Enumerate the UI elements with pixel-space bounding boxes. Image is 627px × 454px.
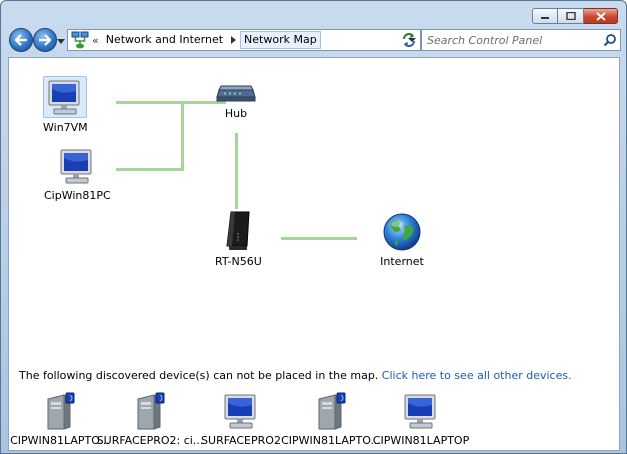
computer-icon <box>224 394 256 429</box>
link-hub-router <box>235 133 238 209</box>
node-rt-n56u[interactable]: RT-N56U <box>215 208 262 268</box>
hub-icon <box>216 85 256 102</box>
discovered-device[interactable]: SURFACEPRO2: ci... <box>97 391 203 447</box>
breadcrumb-overflow[interactable]: « <box>92 34 99 47</box>
chevron-right-icon[interactable] <box>229 36 237 44</box>
discovered-device[interactable]: CIPWIN81LAPTO... <box>10 391 110 447</box>
see-all-devices-link[interactable]: Click here to see all other devices. <box>382 369 572 382</box>
device-label: CIPWIN81LAPTO... <box>281 434 381 447</box>
node-label: Win7VM <box>43 121 88 134</box>
network-icon <box>71 31 89 49</box>
device-label: SURFACEPRO2 <box>201 434 281 447</box>
caption-buttons <box>532 8 618 24</box>
device-label: CIPWIN81LAPTOP <box>372 434 470 447</box>
computer-icon <box>60 149 92 184</box>
link-win7vm-hub <box>116 101 226 104</box>
node-label: Internet <box>380 255 424 268</box>
discovered-message-text: The following discovered device(s) can n… <box>19 369 379 382</box>
link-cipwin81pc-hub <box>116 168 184 171</box>
computer-icon <box>404 394 436 429</box>
discovered-device[interactable]: CIPWIN81LAPTO... <box>281 391 381 447</box>
minimize-button[interactable] <box>532 8 558 24</box>
link-router-internet <box>281 237 357 240</box>
discovered-devices-message: The following discovered device(s) can n… <box>19 369 572 382</box>
discovered-device[interactable]: CIPWIN81LAPTOP <box>373 391 469 447</box>
link-computers-bus <box>181 101 184 171</box>
refresh-button[interactable] <box>399 29 419 51</box>
navigation-bar: « Network and Internet Network Map <box>7 28 621 54</box>
maximize-button[interactable] <box>558 8 584 24</box>
close-button[interactable] <box>584 8 618 24</box>
router-icon <box>226 211 250 250</box>
discovered-device[interactable]: SURFACEPRO2 <box>198 391 284 447</box>
control-panel-window: « Network and Internet Network Map Searc… <box>0 0 627 454</box>
node-label: CipWin81PC <box>44 189 111 202</box>
forward-button[interactable] <box>33 28 57 52</box>
node-win7vm[interactable]: Win7VM <box>43 76 88 134</box>
node-internet[interactable]: Internet <box>380 208 424 268</box>
node-hub[interactable]: Hub <box>214 78 258 120</box>
globe-icon <box>383 213 421 251</box>
node-cipwin81pc[interactable]: CipWin81PC <box>44 144 111 202</box>
tower-computer-icon <box>137 392 165 430</box>
node-label: Hub <box>224 107 248 120</box>
arrow-right-icon <box>39 34 52 46</box>
search-icon[interactable] <box>603 33 617 47</box>
network-map-area: Win7VM CipWin81PC Hub RT-N56U Internet T… <box>8 57 620 451</box>
maximize-icon <box>565 12 576 20</box>
breadcrumb-network-and-internet[interactable]: Network and Internet <box>103 31 226 49</box>
close-icon <box>595 11 606 21</box>
device-label: SURFACEPRO2: ci... <box>96 434 204 447</box>
breadcrumb-network-map[interactable]: Network Map <box>240 31 321 49</box>
device-label: CIPWIN81LAPTO... <box>10 434 110 447</box>
refresh-arrows-icon <box>403 33 415 47</box>
computer-icon <box>48 80 80 115</box>
recent-pages-chevron-down-icon[interactable] <box>57 37 65 45</box>
node-label: RT-N56U <box>215 255 262 268</box>
address-bar[interactable]: « Network and Internet Network Map <box>67 29 421 51</box>
tower-computer-icon <box>318 392 346 430</box>
tower-computer-icon <box>47 392 75 430</box>
back-button[interactable] <box>9 28 33 52</box>
search-input[interactable] <box>427 33 597 47</box>
minimize-icon <box>541 17 549 19</box>
search-box[interactable] <box>421 29 621 51</box>
arrow-left-icon <box>14 34 27 46</box>
